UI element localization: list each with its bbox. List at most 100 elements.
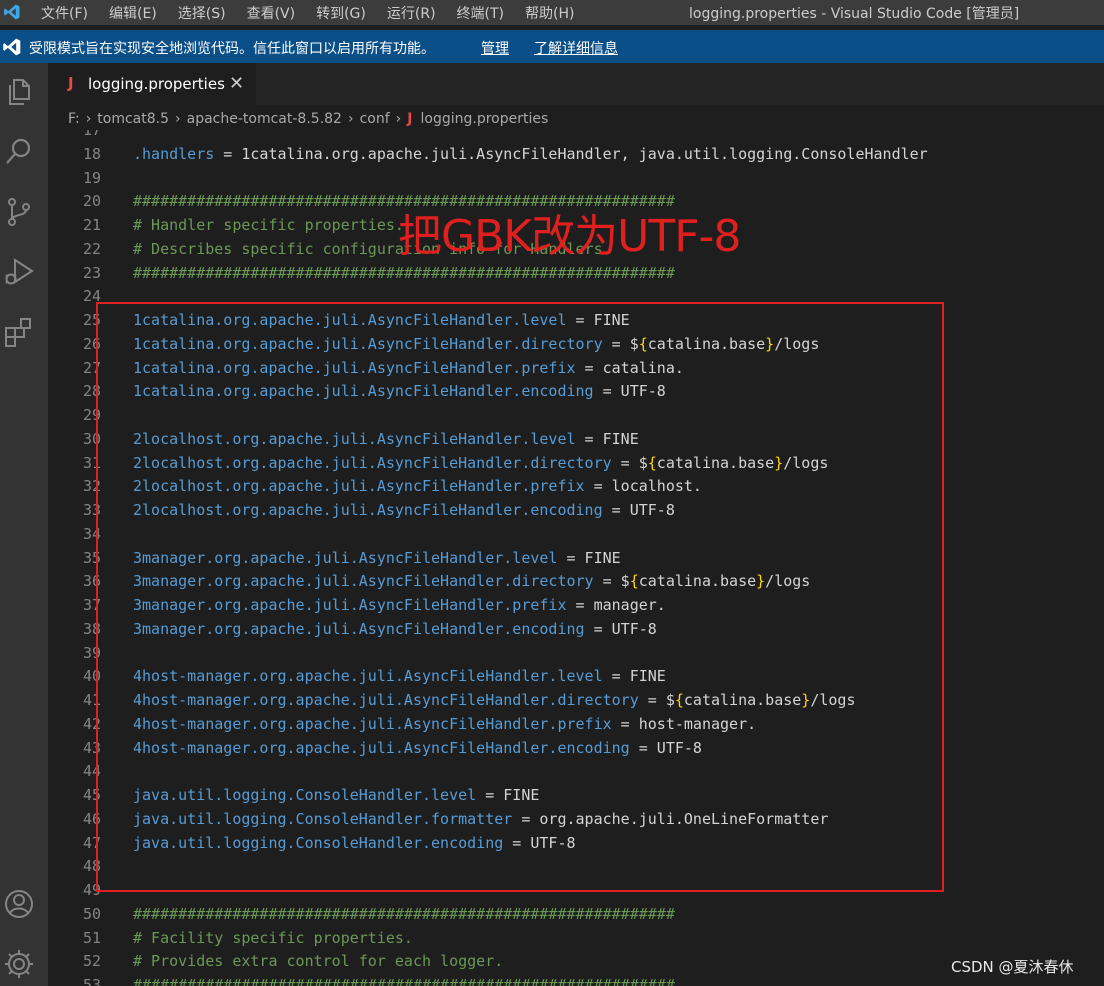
line-number: 28 xyxy=(82,382,101,401)
line-number: 20 xyxy=(82,192,101,211)
menu-bar: 文件(F) 编辑(E) 选择(S) 查看(V) 转到(G) 运行(R) 终端(T) 帮助(H) xyxy=(41,3,595,23)
line-number: 34 xyxy=(82,524,101,543)
line-number: 36 xyxy=(82,572,101,591)
code-text: # Provides extra control for each logger… xyxy=(133,949,503,973)
line-number: 50 xyxy=(82,904,101,923)
chevron-right-icon: › xyxy=(347,111,354,127)
restricted-mode-banner: 受限模式旨在实现安全地浏览代码。信任此窗口以启用所有功能。 管理 了解详细信息 xyxy=(0,30,1104,63)
line-number: 39 xyxy=(82,643,101,662)
extensions-icon[interactable] xyxy=(2,315,36,349)
code-text: .handlers = 1catalina.org.apache.juli.As… xyxy=(133,142,928,166)
tab-label: logging.properties xyxy=(88,75,225,93)
line-number: 17 xyxy=(82,130,101,139)
breadcrumb-item[interactable]: apache-tomcat-8.5.82 xyxy=(187,111,342,127)
learn-more-link[interactable]: 了解详细信息 xyxy=(534,38,618,58)
code-text: # Handler specific properties. xyxy=(133,213,404,237)
token: ########################################… xyxy=(133,263,675,282)
breadcrumb-item[interactable]: F: xyxy=(68,111,80,127)
activity-bar xyxy=(0,63,48,986)
chevron-right-icon: › xyxy=(175,111,181,127)
line-number: 27 xyxy=(82,358,101,377)
menu-item[interactable]: 终端(T) xyxy=(457,3,504,23)
window-title: logging.properties - Visual Studio Code … xyxy=(689,6,1020,22)
line-number: 24 xyxy=(82,287,101,306)
line-number: 43 xyxy=(82,738,101,757)
tab-logging-properties[interactable]: J logging.properties ✕ xyxy=(48,63,256,105)
line-number: 33 xyxy=(82,501,101,519)
token: ########################################… xyxy=(133,904,675,923)
account-icon[interactable] xyxy=(2,887,36,921)
breadcrumb-item[interactable]: tomcat8.5 xyxy=(97,111,169,127)
code-line: 18 .handlers = 1catalina.org.apache.juli.… xyxy=(48,142,1104,166)
menu-item[interactable]: 文件(F) xyxy=(41,3,88,23)
manage-link[interactable]: 管理 xyxy=(481,38,509,58)
token: ########################################… xyxy=(133,976,675,986)
vscode-logo-icon xyxy=(4,4,20,20)
line-number: 42 xyxy=(82,714,101,733)
menu-item[interactable]: 运行(R) xyxy=(387,3,436,23)
code-line: 19 xyxy=(48,166,1104,190)
line-number: 48 xyxy=(82,857,101,876)
code-text: ########################################… xyxy=(133,261,675,285)
menu-item[interactable]: 帮助(H) xyxy=(525,3,574,23)
line-number: 22 xyxy=(82,239,101,258)
line-number: 53 xyxy=(82,976,101,986)
breadcrumb-item[interactable]: conf xyxy=(360,111,390,127)
code-line: 23 ######################################… xyxy=(48,261,1104,285)
settings-gear-icon[interactable] xyxy=(2,947,36,981)
vscode-logo-icon xyxy=(3,38,21,56)
java-file-icon: J xyxy=(68,74,74,92)
code-text: ########################################… xyxy=(133,973,675,986)
line-number: 41 xyxy=(82,691,101,709)
explorer-icon[interactable] xyxy=(2,75,36,109)
menu-item[interactable]: 编辑(E) xyxy=(109,3,157,23)
menu-item[interactable]: 查看(V) xyxy=(247,3,296,23)
annotation-text: 把GBK改为UTF-8 xyxy=(398,211,741,262)
code-line: 17 xyxy=(48,130,1104,142)
breadcrumb: F: › tomcat8.5 › apache-tomcat-8.5.82 › … xyxy=(68,111,548,127)
line-number: 21 xyxy=(82,216,101,234)
line-number: 35 xyxy=(82,548,101,567)
code-line: 51 # Facility specific properties. xyxy=(48,926,1104,950)
line-number: 44 xyxy=(82,762,101,781)
line-number: 47 xyxy=(82,833,101,852)
menu-item[interactable]: 转到(G) xyxy=(316,3,366,23)
line-number: 40 xyxy=(82,667,101,686)
line-number: 23 xyxy=(82,263,101,282)
token: = xyxy=(214,144,242,163)
token: .handlers xyxy=(133,144,215,163)
highlight-box xyxy=(96,302,944,892)
watermark: CSDN @夏沐春休 xyxy=(951,958,1074,976)
line-number: 31 xyxy=(82,453,101,472)
token: 1catalina.org.apache.juli.AsyncFileHandl… xyxy=(241,144,928,163)
line-number: 32 xyxy=(82,477,101,496)
banner-message: 受限模式旨在实现安全地浏览代码。信任此窗口以启用所有功能。 xyxy=(29,41,435,57)
line-number: 30 xyxy=(82,429,101,448)
java-file-icon: J xyxy=(407,111,413,127)
code-text: # Facility specific properties. xyxy=(133,926,413,950)
menu-item[interactable]: 选择(S) xyxy=(178,3,226,23)
line-number: 37 xyxy=(82,596,101,614)
line-number: 49 xyxy=(82,881,101,899)
line-number: 19 xyxy=(82,168,101,187)
token: # Provides extra control for each logger… xyxy=(133,952,504,971)
line-number: 29 xyxy=(82,406,101,424)
token: # Handler specific properties. xyxy=(133,216,404,234)
title-bar: 文件(F) 编辑(E) 选择(S) 查看(V) 转到(G) 运行(R) 终端(T) 帮助(H)… xyxy=(0,0,1104,25)
line-number: 45 xyxy=(82,786,101,804)
chevron-right-icon: › xyxy=(85,111,92,127)
code-line: 50 ######################################… xyxy=(48,902,1104,926)
line-number: 52 xyxy=(82,952,101,971)
run-debug-icon[interactable] xyxy=(2,255,36,289)
source-control-icon[interactable] xyxy=(2,195,36,229)
line-number: 46 xyxy=(82,809,101,828)
breadcrumb-item[interactable]: logging.properties xyxy=(420,111,548,127)
token: # Facility specific properties. xyxy=(133,928,413,947)
line-number: 26 xyxy=(82,334,101,353)
code-line: 53 ######################################… xyxy=(48,973,1104,986)
code-text: ########################################… xyxy=(133,902,675,926)
line-number: 25 xyxy=(82,311,101,329)
search-icon[interactable] xyxy=(2,135,36,169)
close-icon[interactable]: ✕ xyxy=(229,73,244,94)
line-number: 38 xyxy=(82,619,101,638)
